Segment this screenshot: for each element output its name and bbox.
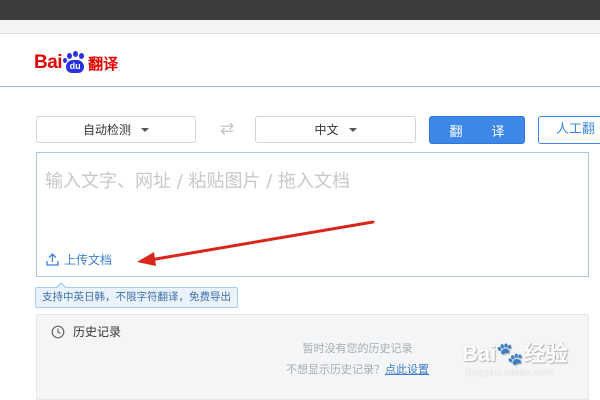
logo-bai-text: Bai — [34, 52, 63, 73]
watermark-url: jingyan.baidu.com — [466, 368, 555, 378]
browser-toolbar-edge — [0, 20, 600, 34]
history-hint-text: 不想显示历史记录？ — [286, 363, 385, 376]
upload-tooltip-text: 支持中英日韩，不限字符翻译，免费导出 — [42, 291, 231, 303]
source-language-select[interactable]: 自动检测 — [36, 116, 196, 143]
history-header: 历史记录 — [51, 323, 121, 340]
chevron-down-icon — [348, 127, 357, 132]
watermark-brand-text: Bai — [462, 341, 497, 366]
baidu-translate-logo[interactable]: Bai du 翻译 — [34, 50, 118, 76]
watermark-brand-suffix: 经验 — [523, 341, 568, 366]
target-language-label: 中文 — [314, 123, 339, 137]
browser-top-bar — [0, 0, 600, 20]
upload-tooltip: 支持中英日韩，不限字符翻译，免费导出 — [35, 282, 238, 308]
logo-du-text: du — [66, 60, 85, 73]
translate-button-label: 翻 译 — [449, 124, 513, 140]
watermark-brand: Bai🐾经验 — [462, 336, 568, 368]
upload-document-label: 上传文档 — [64, 253, 113, 267]
history-settings-link[interactable]: 点此设置 — [385, 363, 429, 376]
swap-arrows-icon[interactable]: ⇄ — [215, 120, 239, 138]
upload-document-link[interactable]: 上传文档 — [46, 251, 112, 268]
chevron-down-icon — [141, 127, 149, 132]
logo-suffix-text: 翻译 — [88, 54, 119, 73]
baidu-paw-icon: du — [63, 51, 87, 75]
translate-button[interactable]: 翻 译 — [429, 116, 525, 144]
input-placeholder: 输入文字、网址 / 粘贴图片 / 拖入文档 — [45, 171, 351, 192]
history-title: 历史记录 — [73, 325, 122, 339]
human-translation-button[interactable]: 人工翻 — [538, 116, 600, 144]
baidu-jingyan-watermark: Bai🐾经验 jingyan.baidu.com — [462, 336, 592, 396]
target-language-select[interactable]: 中文 — [255, 116, 416, 143]
source-text-input[interactable]: 输入文字、网址 / 粘贴图片 / 拖入文档 上传文档 — [36, 152, 589, 277]
upload-icon — [46, 253, 59, 266]
human-translation-label: 人工翻 — [556, 122, 596, 137]
watermark-paw-icon: 🐾 — [496, 341, 524, 366]
site-header: Bai du 翻译 — [0, 34, 600, 87]
source-language-label: 自动检测 — [82, 123, 131, 137]
clock-icon — [51, 325, 65, 338]
